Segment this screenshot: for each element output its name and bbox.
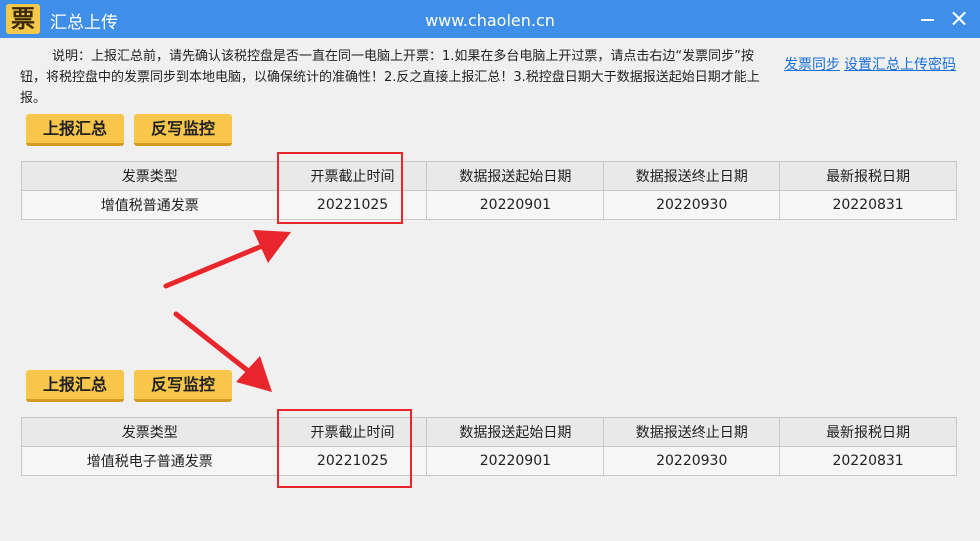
annotation-arrows xyxy=(163,230,291,392)
arrow-down-right-icon xyxy=(173,311,272,392)
arrow-up-right-icon xyxy=(163,230,291,289)
